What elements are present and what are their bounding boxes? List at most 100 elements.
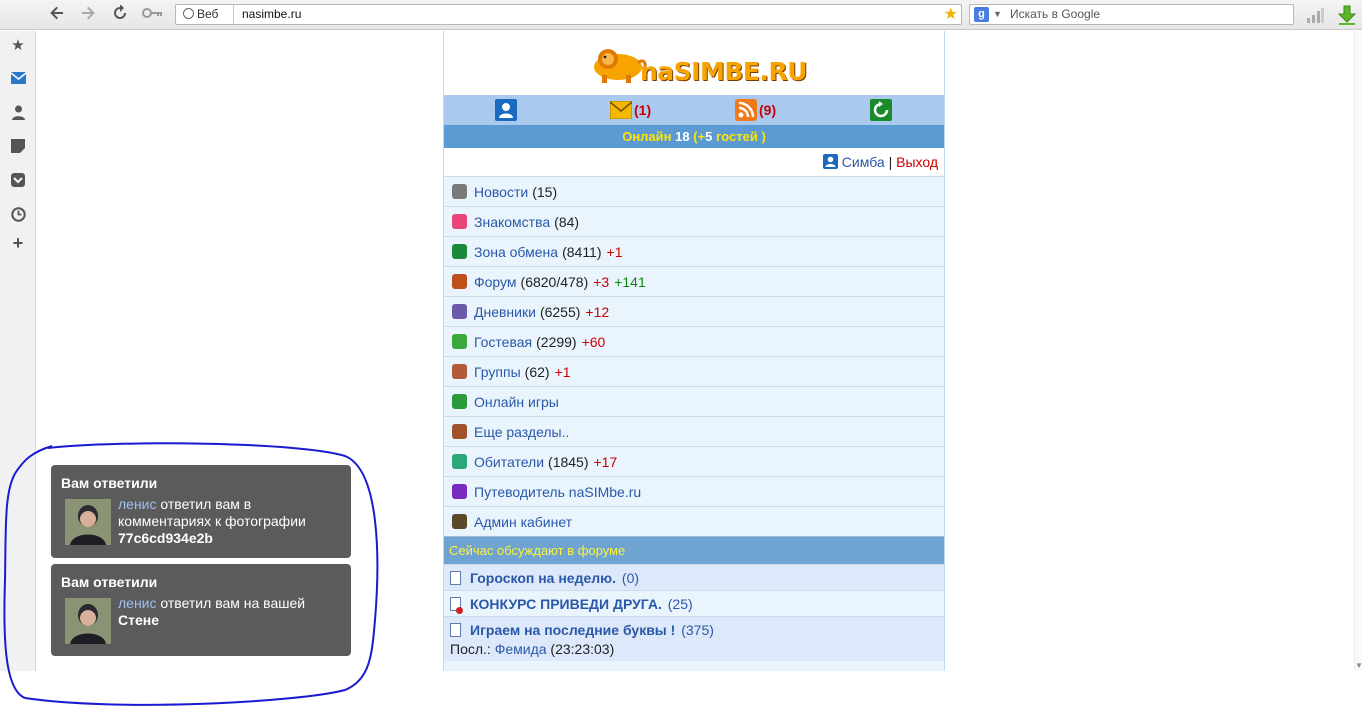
document-icon xyxy=(450,597,463,614)
rss-button[interactable]: (9) xyxy=(735,99,776,121)
username-link[interactable]: Симба xyxy=(842,154,885,170)
address-bar[interactable]: Веб nasimbe.ru ★ xyxy=(175,4,962,25)
notification-target[interactable]: Стене xyxy=(118,612,159,628)
menu-item-new-green: +141 xyxy=(614,273,646,290)
last-post-label: Посл.: xyxy=(450,641,491,657)
profile-button[interactable] xyxy=(495,99,517,121)
search-placeholder: Искать в Google xyxy=(1010,7,1101,21)
lion-logo-icon[interactable] xyxy=(588,43,648,85)
mail-icon[interactable] xyxy=(9,71,27,89)
menu-item[interactable]: Еще разделы.. xyxy=(444,416,944,446)
menu-item[interactable]: Дневники (6255) +12 xyxy=(444,296,944,326)
globe-icon xyxy=(183,8,194,19)
menu-item-label[interactable]: Гостевая xyxy=(474,334,532,350)
menu-item-label[interactable]: Дневники xyxy=(474,304,536,320)
menu-item-label[interactable]: Новости xyxy=(474,184,528,200)
menu-item[interactable]: Обитатели (1845) +17 xyxy=(444,446,944,476)
topic-row[interactable]: Гороскоп на неделю. (0) xyxy=(444,564,944,590)
notification-target[interactable]: 77c6cd934e2b xyxy=(118,530,213,546)
chevron-down-icon[interactable]: ▼ xyxy=(993,5,1002,24)
menu-item[interactable]: Новости (15) xyxy=(444,176,944,206)
back-icon[interactable] xyxy=(47,5,67,25)
notification-user-link[interactable]: ленис xyxy=(118,595,157,611)
web-chip[interactable]: Веб xyxy=(176,5,234,24)
notification-card[interactable]: Вам ответили ленис ответил вам на вашей … xyxy=(51,564,351,656)
menu-item-count: (2299) xyxy=(536,333,577,350)
scrollbar[interactable]: ▼ xyxy=(1354,31,1362,671)
menu-item-label[interactable]: Знакомства xyxy=(474,214,550,230)
notification-title: Вам ответили xyxy=(61,574,158,590)
menu-item-count: (1845) xyxy=(548,453,589,470)
avatar[interactable] xyxy=(65,499,111,545)
mail-icon xyxy=(610,101,632,119)
topic-title[interactable]: КОНКУРС ПРИВЕДИ ДРУГА. xyxy=(470,596,662,612)
menu-item-label[interactable]: Онлайн игры xyxy=(474,394,559,410)
menu-item-new: +60 xyxy=(581,333,606,350)
menu-item[interactable]: Группы (62) +1 xyxy=(444,356,944,386)
refresh-button[interactable] xyxy=(870,99,892,121)
avatar[interactable] xyxy=(65,598,111,644)
notification-card[interactable]: Вам ответили ленис ответил вам в коммент… xyxy=(51,465,351,558)
menu-item[interactable]: Гостевая (2299) +60 xyxy=(444,326,944,356)
menu-item[interactable]: Онлайн игры xyxy=(444,386,944,416)
pocket-icon[interactable] xyxy=(9,173,27,191)
google-icon[interactable]: g xyxy=(974,7,989,22)
menu-item-label[interactable]: Админ кабинет xyxy=(474,514,572,530)
section-icon xyxy=(452,244,467,259)
scroll-down-icon[interactable]: ▼ xyxy=(1355,661,1362,670)
menu-item[interactable]: Зона обмена (8411) +1 xyxy=(444,236,944,266)
topic-title[interactable]: Играем на последние буквы ! xyxy=(470,622,675,638)
menu-item-label[interactable]: Еще разделы.. xyxy=(474,424,569,440)
signal-icon[interactable] xyxy=(1306,7,1324,23)
url-text[interactable]: nasimbe.ru xyxy=(242,5,301,24)
alert-badge-icon xyxy=(456,607,463,614)
topic-title[interactable]: Гороскоп на неделю. xyxy=(470,570,616,586)
notification-user-link[interactable]: ленис xyxy=(118,496,157,512)
forward-icon[interactable] xyxy=(78,5,98,25)
menu-item-label[interactable]: Обитатели xyxy=(474,454,544,470)
menu-item[interactable]: Форум (6820/478) +3 +141 xyxy=(444,266,944,296)
online-bar[interactable]: Онлайн 18 (+5 гостей ) xyxy=(444,125,944,148)
section-icon xyxy=(452,214,467,229)
topic-row[interactable]: Играем на последние буквы ! (375) Посл.: … xyxy=(444,616,944,661)
person-icon[interactable] xyxy=(9,105,27,123)
menu-item-new: +1 xyxy=(554,363,571,380)
clock-icon[interactable] xyxy=(9,207,27,225)
reload-icon[interactable] xyxy=(110,4,130,25)
menu-item-label[interactable]: Форум xyxy=(474,274,517,290)
download-icon[interactable] xyxy=(1337,5,1357,25)
browser-sidebar: ★ + xyxy=(0,31,36,671)
menu-item[interactable]: Путеводитель naSIMbe.ru xyxy=(444,476,944,506)
site-logo-text[interactable]: naSIMBE.RU xyxy=(640,57,808,86)
document-icon xyxy=(450,571,461,585)
section-icon xyxy=(452,334,467,349)
menu-item-label[interactable]: Путеводитель naSIMbe.ru xyxy=(474,484,641,500)
search-bar[interactable]: g ▼ Искать в Google xyxy=(969,4,1294,25)
section-icon xyxy=(452,514,467,529)
menu-item-label[interactable]: Группы xyxy=(474,364,521,380)
topic-count[interactable]: (0) xyxy=(622,570,639,586)
mail-button[interactable]: (1) xyxy=(610,99,651,121)
menu-item-new: +3 xyxy=(593,273,610,290)
guests-label: гостей ) xyxy=(716,129,766,144)
guests-count: 5 xyxy=(705,129,713,144)
topic-last-post: Посл.: Фемида (23:23:03) xyxy=(450,641,938,657)
menu-item[interactable]: Админ кабинет xyxy=(444,506,944,536)
topic-count[interactable]: (375) xyxy=(681,622,714,638)
refresh-icon xyxy=(870,99,892,121)
section-icon xyxy=(452,364,467,379)
note-icon[interactable] xyxy=(9,139,27,157)
last-post-user[interactable]: Фемида xyxy=(495,641,547,657)
topic-count[interactable]: (25) xyxy=(668,596,693,612)
logout-link[interactable]: Выход xyxy=(896,154,938,170)
menu-item-label[interactable]: Зона обмена xyxy=(474,244,558,260)
key-icon[interactable] xyxy=(141,5,165,25)
star-icon[interactable]: ★ xyxy=(9,37,27,55)
section-icon xyxy=(452,454,467,469)
menu-item-new: +17 xyxy=(593,453,618,470)
menu-item[interactable]: Знакомства (84) xyxy=(444,206,944,236)
plus-icon[interactable]: + xyxy=(9,234,27,252)
star-icon[interactable]: ★ xyxy=(944,5,958,24)
user-separator: | xyxy=(888,154,893,170)
topic-row[interactable]: КОНКУРС ПРИВЕДИ ДРУГА. (25) xyxy=(444,590,944,616)
